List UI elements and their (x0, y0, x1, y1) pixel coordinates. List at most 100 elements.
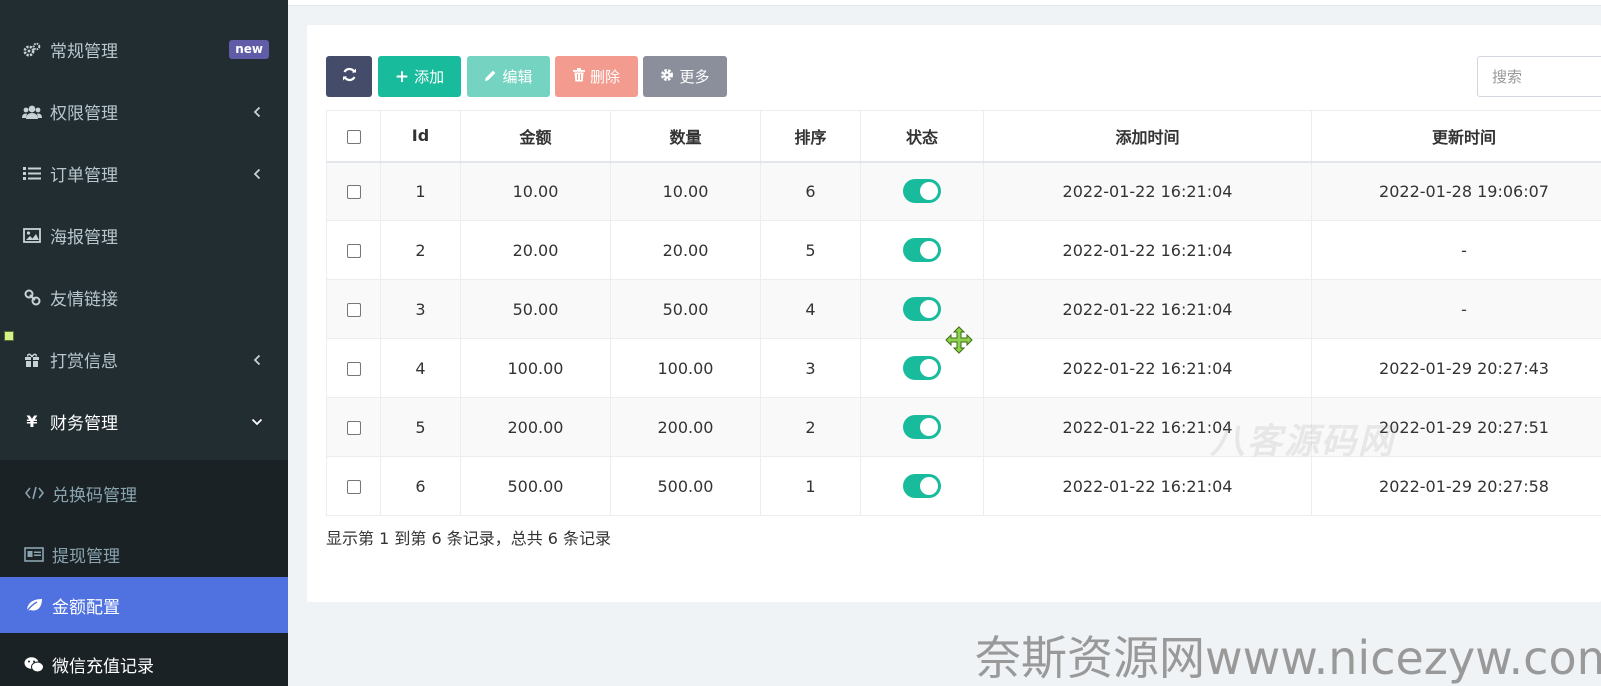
cell-created: 2022-01-22 16:21:04 (983, 456, 1312, 516)
status-toggle[interactable] (903, 238, 941, 262)
row-select-cell (326, 456, 381, 516)
cell-id: 6 (380, 456, 461, 516)
sidebar-item-general[interactable]: 常规管理 new (0, 18, 288, 81)
plus-icon: + (394, 66, 410, 87)
cell-id: 5 (380, 397, 461, 457)
cell-quantity: 500.00 (610, 456, 761, 516)
select-all-cell (326, 110, 381, 163)
cell-sort: 5 (760, 220, 861, 280)
column-header-status[interactable]: 状态 (860, 110, 984, 163)
sidebar-item-wechat-recharge[interactable]: 微信充值记录 (0, 633, 288, 686)
sidebar-item-label: 友情链接 (50, 290, 118, 310)
sidebar-item-links[interactable]: 友情链接 (0, 266, 288, 329)
cell-amount: 20.00 (460, 220, 611, 280)
cell-quantity: 200.00 (610, 397, 761, 457)
cell-amount: 100.00 (460, 338, 611, 398)
refresh-icon (342, 67, 357, 86)
refresh-button[interactable] (326, 56, 372, 97)
cell-created: 2022-01-22 16:21:04 (983, 220, 1312, 280)
cell-sort: 1 (760, 456, 861, 516)
overlay-watermark: 八客源码网 (1210, 422, 1396, 462)
column-header-sort[interactable]: 排序 (760, 110, 861, 163)
add-button-label: 添加 (414, 68, 445, 86)
search-input[interactable]: 搜索 (1477, 56, 1601, 97)
sidebar-item-amount-config[interactable]: 金额配置 (0, 577, 288, 633)
cell-quantity: 10.00 (610, 161, 761, 221)
cell-updated: - (1311, 279, 1601, 339)
column-header-amount[interactable]: 金额 (460, 110, 611, 163)
select-all-checkbox[interactable] (346, 129, 361, 144)
cell-id: 1 (380, 161, 461, 221)
status-toggle[interactable] (903, 297, 941, 321)
edit-button-label: 编辑 (502, 68, 533, 86)
chevron-left-icon (250, 105, 264, 119)
yen-icon: ¥ (26, 412, 38, 431)
more-button[interactable]: 更多 (643, 56, 727, 97)
sidebar-item-label: 海报管理 (50, 228, 118, 248)
column-header-updated[interactable]: 更新时间 (1311, 110, 1601, 163)
add-button[interactable]: + 添加 (378, 56, 461, 97)
cell-updated: - (1311, 220, 1601, 280)
list-icon (22, 166, 42, 181)
edit-button[interactable]: 编辑 (467, 56, 550, 97)
cell-updated: 2022-01-29 20:27:43 (1311, 338, 1601, 398)
chevron-left-icon (250, 353, 264, 367)
row-checkbox[interactable] (346, 303, 361, 317)
cell-created: 2022-01-22 16:21:04 (983, 338, 1312, 398)
cell-quantity: 100.00 (610, 338, 761, 398)
sidebar-item-posters[interactable]: 海报管理 (0, 204, 288, 267)
column-header-created[interactable]: 添加时间 (983, 110, 1312, 163)
marker-dot (4, 331, 14, 341)
pencil-icon (484, 68, 497, 86)
content-panel: + 添加 编辑 删除 更多 搜索 Id 金额 数量 排序 状态 添加时间 更新时… (307, 25, 1601, 602)
sidebar-item-redeem-codes[interactable]: 兑换码管理 (0, 462, 288, 524)
row-checkbox[interactable] (346, 244, 361, 258)
cell-status (860, 161, 984, 221)
leaf-icon (24, 597, 44, 613)
cell-sort: 6 (760, 161, 861, 221)
cell-amount: 500.00 (460, 456, 611, 516)
sidebar-item-label: 微信充值记录 (52, 656, 154, 677)
row-checkbox[interactable] (346, 185, 361, 200)
table-row[interactable]: 6 500.00 500.00 1 2022-01-22 16:21:04 20… (326, 456, 1601, 516)
cell-id: 2 (380, 220, 461, 280)
cell-amount: 200.00 (460, 397, 611, 457)
sidebar-item-orders[interactable]: 订单管理 (0, 142, 288, 205)
column-header-id[interactable]: Id (380, 110, 461, 163)
sidebar-item-finance[interactable]: ¥ 财务管理 (0, 390, 288, 453)
delete-button-label: 删除 (589, 68, 620, 86)
cell-quantity: 50.00 (610, 279, 761, 339)
sidebar-item-donations[interactable]: 打赏信息 (0, 328, 288, 391)
code-icon (24, 486, 44, 500)
new-badge: new (229, 40, 269, 59)
column-header-quantity[interactable]: 数量 (610, 110, 761, 163)
sidebar-item-withdrawals[interactable]: 提现管理 (0, 523, 288, 585)
status-toggle[interactable] (903, 415, 941, 439)
gift-icon (22, 352, 42, 368)
table-row[interactable]: 1 10.00 10.00 6 2022-01-22 16:21:04 2022… (326, 161, 1601, 221)
sidebar: 常规管理 new 权限管理 订单管理 海报管理 友情链接 打赏信息 ¥ 财务管理… (0, 0, 288, 686)
sidebar-item-label: 兑换码管理 (52, 485, 137, 506)
sidebar-item-permissions[interactable]: 权限管理 (0, 80, 288, 143)
delete-button[interactable]: 删除 (555, 56, 638, 97)
cell-sort: 2 (760, 397, 861, 457)
cogs-icon (22, 42, 42, 58)
status-toggle[interactable] (903, 356, 941, 380)
table-header-row: Id 金额 数量 排序 状态 添加时间 更新时间 (326, 110, 1601, 163)
status-toggle[interactable] (903, 179, 941, 204)
footer-watermark: 奈斯资源网www.nicezyw.com (975, 631, 1601, 685)
row-checkbox[interactable] (346, 421, 361, 435)
table-row[interactable]: 2 20.00 20.00 5 2022-01-22 16:21:04 - (326, 220, 1601, 280)
chevron-left-icon (250, 167, 264, 181)
row-select-cell (326, 279, 381, 339)
row-checkbox[interactable] (346, 362, 361, 376)
status-toggle[interactable] (903, 474, 941, 498)
row-select-cell (326, 397, 381, 457)
table-row[interactable]: 5 200.00 200.00 2 2022-01-22 16:21:04 20… (326, 397, 1601, 457)
wechat-icon (24, 656, 44, 673)
gear-icon (660, 68, 674, 86)
row-select-cell (326, 220, 381, 280)
top-bar (288, 0, 1601, 6)
row-checkbox[interactable] (346, 480, 361, 494)
image-icon (22, 228, 42, 243)
